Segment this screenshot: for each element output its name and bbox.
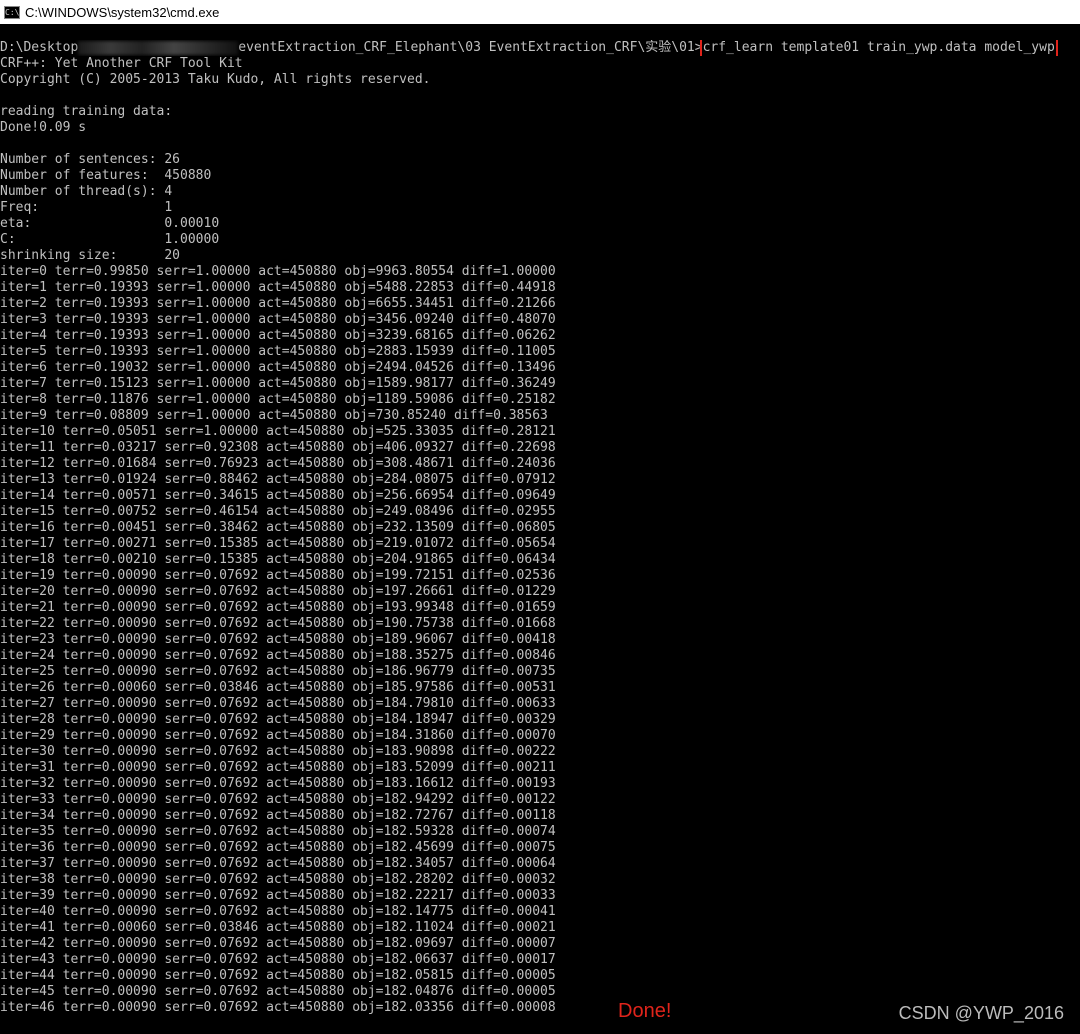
console-line: Done!0.09 s <box>0 120 87 135</box>
console-line: iter=42 terr=0.00090 serr=0.07692 act=45… <box>0 936 556 951</box>
command-line: D:\Desktop eventExtraction_CRF_Elephant\0… <box>0 40 1080 56</box>
console-line: iter=33 terr=0.00090 serr=0.07692 act=45… <box>0 792 556 807</box>
console-line: iter=20 terr=0.00090 serr=0.07692 act=45… <box>0 584 556 599</box>
console-line: iter=11 terr=0.03217 serr=0.92308 act=45… <box>0 440 556 455</box>
console-line: iter=38 terr=0.00090 serr=0.07692 act=45… <box>0 872 556 887</box>
window-title: C:\WINDOWS\system32\cmd.exe <box>25 4 220 20</box>
console-line: iter=7 terr=0.15123 serr=1.00000 act=450… <box>0 376 556 391</box>
console-line: Copyright (C) 2005-2013 Taku Kudo, All r… <box>0 72 431 87</box>
console-output[interactable]: D:\Desktop eventExtraction_CRF_Elephant\0… <box>0 40 1080 1034</box>
console-line: C: 1.00000 <box>0 232 220 247</box>
console-line: iter=6 terr=0.19032 serr=1.00000 act=450… <box>0 360 556 375</box>
console-line: Freq: 1 <box>0 200 173 215</box>
csdn-watermark: CSDN @YWP_2016 <box>898 1003 1064 1023</box>
console-line: iter=17 terr=0.00271 serr=0.15385 act=45… <box>0 536 556 551</box>
console-line: iter=12 terr=0.01684 serr=0.76923 act=45… <box>0 456 556 471</box>
output-lines: CRF++: Yet Another CRF Tool Kit Copyright… <box>0 56 1080 1016</box>
redacted-path <box>78 40 239 55</box>
console-line: iter=4 terr=0.19393 serr=1.00000 act=450… <box>0 328 556 343</box>
highlighted-command: crf_learn template01 train_ywp.data mode… <box>699 40 1058 56</box>
console-line: iter=3 terr=0.19393 serr=1.00000 act=450… <box>0 312 556 327</box>
cmd-icon: C:\ <box>4 5 20 19</box>
console-line: iter=43 terr=0.00090 serr=0.07692 act=45… <box>0 952 556 967</box>
console-line: iter=8 terr=0.11876 serr=1.00000 act=450… <box>0 392 556 407</box>
console-line: iter=44 terr=0.00090 serr=0.07692 act=45… <box>0 968 556 983</box>
console-line: iter=40 terr=0.00090 serr=0.07692 act=45… <box>0 904 556 919</box>
console-line: eta: 0.00010 <box>0 216 220 231</box>
console-line: iter=39 terr=0.00090 serr=0.07692 act=45… <box>0 888 556 903</box>
console-line: Number of features: 450880 <box>0 168 212 183</box>
console-line: iter=24 terr=0.00090 serr=0.07692 act=45… <box>0 648 556 663</box>
window-titlebar[interactable]: C:\ C:\WINDOWS\system32\cmd.exe <box>0 0 1080 24</box>
console-line: reading training data: <box>0 104 173 119</box>
console-line: iter=22 terr=0.00090 serr=0.07692 act=45… <box>0 616 556 631</box>
console-line: iter=18 terr=0.00210 serr=0.15385 act=45… <box>0 552 556 567</box>
console-line: iter=14 terr=0.00571 serr=0.34615 act=45… <box>0 488 556 503</box>
console-line: iter=16 terr=0.00451 serr=0.38462 act=45… <box>0 520 556 535</box>
console-line: Number of thread(s): 4 <box>0 184 173 199</box>
prompt-prefix: D:\Desktop <box>0 40 79 55</box>
console-line: iter=13 terr=0.01924 serr=0.88462 act=45… <box>0 472 556 487</box>
console-line: iter=27 terr=0.00090 serr=0.07692 act=45… <box>0 696 556 711</box>
console-line: iter=36 terr=0.00090 serr=0.07692 act=45… <box>0 840 556 855</box>
console-line: iter=23 terr=0.00090 serr=0.07692 act=45… <box>0 632 556 647</box>
console-line: iter=5 terr=0.19393 serr=1.00000 act=450… <box>0 344 556 359</box>
console-line: iter=15 terr=0.00752 serr=0.46154 act=45… <box>0 504 556 519</box>
console-line: iter=34 terr=0.00090 serr=0.07692 act=45… <box>0 808 556 823</box>
console-line: iter=28 terr=0.00090 serr=0.07692 act=45… <box>0 712 556 727</box>
console-line: shrinking size: 20 <box>0 248 181 263</box>
console-line: iter=10 terr=0.05051 serr=1.00000 act=45… <box>0 424 556 439</box>
console-line: iter=29 terr=0.00090 serr=0.07692 act=45… <box>0 728 556 743</box>
console-line: CRF++: Yet Another CRF Tool Kit <box>0 56 243 71</box>
console-line: iter=31 terr=0.00090 serr=0.07692 act=45… <box>0 760 556 775</box>
console-line: iter=32 terr=0.00090 serr=0.07692 act=45… <box>0 776 556 791</box>
console-line: iter=45 terr=0.00090 serr=0.07692 act=45… <box>0 984 556 999</box>
console-line: iter=26 terr=0.00060 serr=0.03846 act=45… <box>0 680 556 695</box>
console-line: iter=37 terr=0.00090 serr=0.07692 act=45… <box>0 856 556 871</box>
console-line: iter=19 terr=0.00090 serr=0.07692 act=45… <box>0 568 556 583</box>
console-line: iter=9 terr=0.08809 serr=1.00000 act=450… <box>0 408 548 423</box>
console-line: iter=25 terr=0.00090 serr=0.07692 act=45… <box>0 664 556 679</box>
console-line: Number of sentences: 26 <box>0 152 181 167</box>
console-line: iter=30 terr=0.00090 serr=0.07692 act=45… <box>0 744 556 759</box>
console-line: iter=1 terr=0.19393 serr=1.00000 act=450… <box>0 280 556 295</box>
console-line: iter=2 terr=0.19393 serr=1.00000 act=450… <box>0 296 556 311</box>
console-line: iter=35 terr=0.00090 serr=0.07692 act=45… <box>0 824 556 839</box>
console-line: iter=21 terr=0.00090 serr=0.07692 act=45… <box>0 600 556 615</box>
done-annotation: Done! <box>618 1000 672 1022</box>
console-line: iter=41 terr=0.00060 serr=0.03846 act=45… <box>0 920 556 935</box>
console-line: iter=0 terr=0.99850 serr=1.00000 act=450… <box>0 264 556 279</box>
prompt-suffix: eventExtraction_CRF_Elephant\03 EventExt… <box>238 40 703 55</box>
